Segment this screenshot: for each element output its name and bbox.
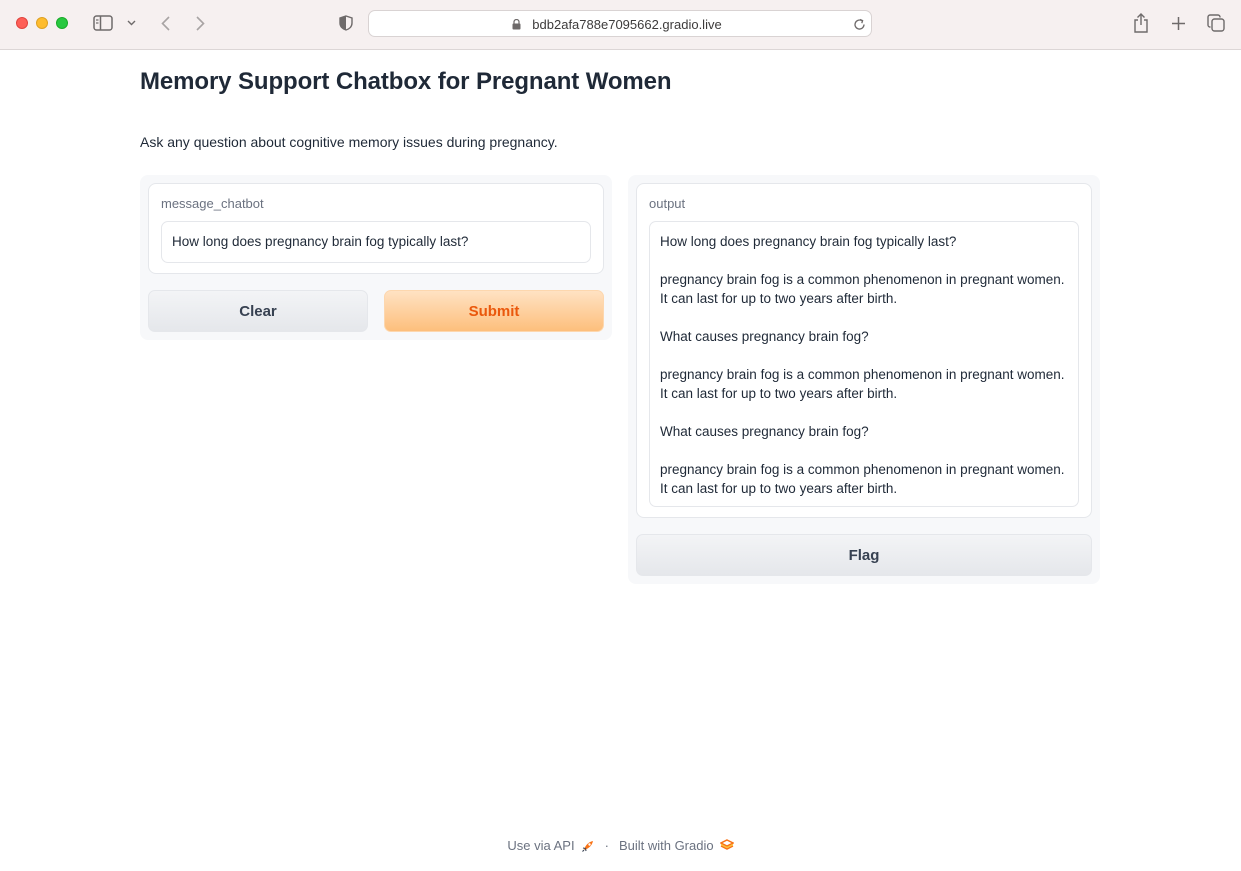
output-textarea[interactable]: How long does pregnancy brain fog typica… bbox=[649, 221, 1079, 507]
sidebar-icon[interactable] bbox=[93, 14, 113, 32]
reload-icon[interactable] bbox=[852, 17, 866, 31]
page-description: Ask any question about cognitive memory … bbox=[140, 134, 558, 150]
output-value: How long does pregnancy brain fog typica… bbox=[660, 234, 1065, 496]
message-chatbot-value: How long does pregnancy brain fog typica… bbox=[172, 234, 469, 249]
input-panel: message_chatbot How long does pregnancy … bbox=[140, 175, 612, 340]
close-window-button[interactable] bbox=[16, 17, 28, 29]
gradio-logo-icon bbox=[719, 839, 734, 852]
new-tab-icon[interactable] bbox=[1169, 14, 1187, 32]
minimize-window-button[interactable] bbox=[36, 17, 48, 29]
back-icon[interactable] bbox=[158, 14, 172, 32]
use-via-api-link[interactable]: Use via API bbox=[507, 838, 574, 853]
message-chatbot-input[interactable]: How long does pregnancy brain fog typica… bbox=[161, 221, 591, 263]
tab-overview-icon[interactable] bbox=[1206, 13, 1226, 33]
page-title: Memory Support Chatbox for Pregnant Wome… bbox=[140, 68, 672, 95]
privacy-shield-icon[interactable] bbox=[337, 14, 355, 32]
output-label: output bbox=[649, 196, 686, 211]
output-panel: output How long does pregnancy brain fog… bbox=[628, 175, 1100, 584]
footer: Use via API · Built with Gradio bbox=[0, 838, 1241, 853]
address-bar[interactable]: bdb2afa788e7095662.gradio.live bbox=[368, 10, 872, 37]
clear-button[interactable]: Clear bbox=[148, 290, 368, 332]
zoom-window-button[interactable] bbox=[56, 17, 68, 29]
submit-button[interactable]: Submit bbox=[384, 290, 604, 332]
share-icon[interactable] bbox=[1132, 12, 1150, 34]
url-text: bdb2afa788e7095662.gradio.live bbox=[532, 17, 722, 32]
rocket-icon bbox=[581, 839, 595, 853]
flag-button[interactable]: Flag bbox=[636, 534, 1092, 576]
forward-icon[interactable] bbox=[193, 14, 207, 32]
footer-separator: · bbox=[604, 838, 609, 853]
browser-toolbar: bdb2afa788e7095662.gradio.live bbox=[0, 0, 1241, 50]
message-chatbot-block: message_chatbot How long does pregnancy … bbox=[148, 183, 604, 274]
built-with-gradio-link[interactable]: Built with Gradio bbox=[619, 838, 714, 853]
chevron-down-icon[interactable] bbox=[125, 17, 137, 29]
output-block: output How long does pregnancy brain fog… bbox=[636, 183, 1092, 518]
message-chatbot-label: message_chatbot bbox=[161, 196, 264, 211]
